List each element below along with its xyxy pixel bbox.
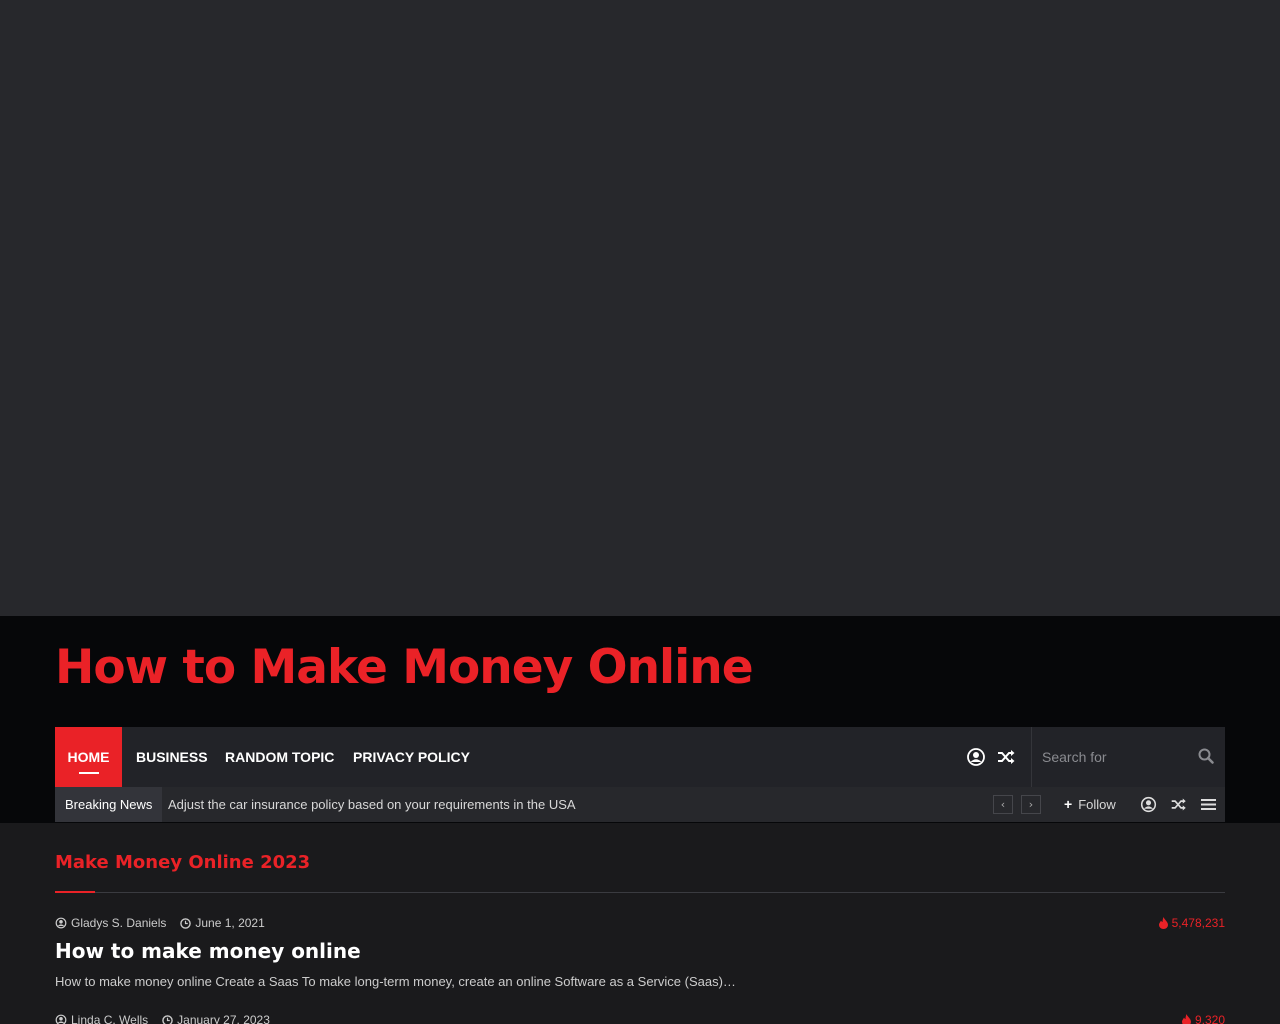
nav-item-random-topic[interactable]: RANDOM TOPIC bbox=[225, 727, 334, 787]
post-view-count: 5,478,231 bbox=[1171, 916, 1225, 930]
user-icon bbox=[55, 1014, 67, 1024]
nav-item-business[interactable]: BUSINESS bbox=[136, 727, 208, 787]
prev-headline-button[interactable]: ‹ bbox=[993, 795, 1013, 814]
search-input[interactable] bbox=[1042, 745, 1182, 769]
plus-icon: + bbox=[1064, 796, 1073, 812]
section-title[interactable]: Make Money Online 2023 bbox=[55, 852, 310, 873]
post-author[interactable]: Linda C. Wells bbox=[71, 1013, 148, 1024]
user-icon[interactable] bbox=[1140, 796, 1157, 813]
nav-item-privacy-policy[interactable]: PRIVACY POLICY bbox=[353, 727, 470, 787]
user-icon bbox=[55, 917, 67, 929]
post-meta: Gladys S. Daniels June 1, 2021 bbox=[55, 916, 265, 930]
section-accent-bar bbox=[55, 891, 95, 893]
post-date: January 27, 2023 bbox=[177, 1013, 270, 1024]
follow-label: Follow bbox=[1078, 797, 1116, 812]
nav-item-label: PRIVACY POLICY bbox=[353, 749, 470, 765]
post-views: 5,478,231 bbox=[1158, 916, 1225, 930]
post-views: 9,320 bbox=[1181, 1013, 1225, 1024]
nav-item-label: HOME bbox=[67, 749, 110, 765]
post-date: June 1, 2021 bbox=[195, 916, 265, 930]
clock-icon bbox=[162, 1014, 173, 1024]
site-title[interactable]: How to Make Money Online bbox=[55, 640, 754, 695]
post-title[interactable]: How to make money online bbox=[55, 939, 361, 963]
breaking-news-bar: Breaking News Adjust the car insurance p… bbox=[55, 787, 1225, 822]
nav-item-home[interactable]: HOME bbox=[55, 727, 122, 787]
fire-icon bbox=[1158, 917, 1169, 929]
post-excerpt: How to make money online Create a Saas T… bbox=[55, 974, 736, 989]
main-nav: HOME BUSINESS RANDOM TOPIC PRIVACY POLIC… bbox=[55, 727, 1225, 787]
clock-icon bbox=[180, 917, 192, 929]
search-box bbox=[1031, 727, 1225, 787]
section-divider bbox=[55, 892, 1225, 893]
post-author[interactable]: Gladys S. Daniels bbox=[71, 916, 166, 930]
nav-item-label: BUSINESS bbox=[136, 749, 208, 765]
post-meta: Linda C. Wells January 27, 2023 bbox=[55, 1013, 270, 1024]
post-view-count: 9,320 bbox=[1194, 1013, 1225, 1024]
nav-item-label: RANDOM TOPIC bbox=[225, 749, 335, 765]
top-blank-area bbox=[0, 0, 1280, 616]
shuffle-icon[interactable] bbox=[1170, 796, 1187, 813]
next-headline-button[interactable]: › bbox=[1021, 795, 1041, 814]
shuffle-icon[interactable] bbox=[996, 747, 1016, 767]
user-icon[interactable] bbox=[966, 747, 986, 767]
active-underline bbox=[79, 772, 99, 774]
menu-icon[interactable] bbox=[1200, 796, 1217, 813]
breaking-news-headline[interactable]: Adjust the car insurance policy based on… bbox=[168, 787, 576, 822]
search-icon[interactable] bbox=[1197, 747, 1217, 767]
follow-button[interactable]: + Follow bbox=[1064, 787, 1116, 822]
breaking-news-label: Breaking News bbox=[55, 787, 163, 822]
fire-icon bbox=[1181, 1014, 1192, 1024]
